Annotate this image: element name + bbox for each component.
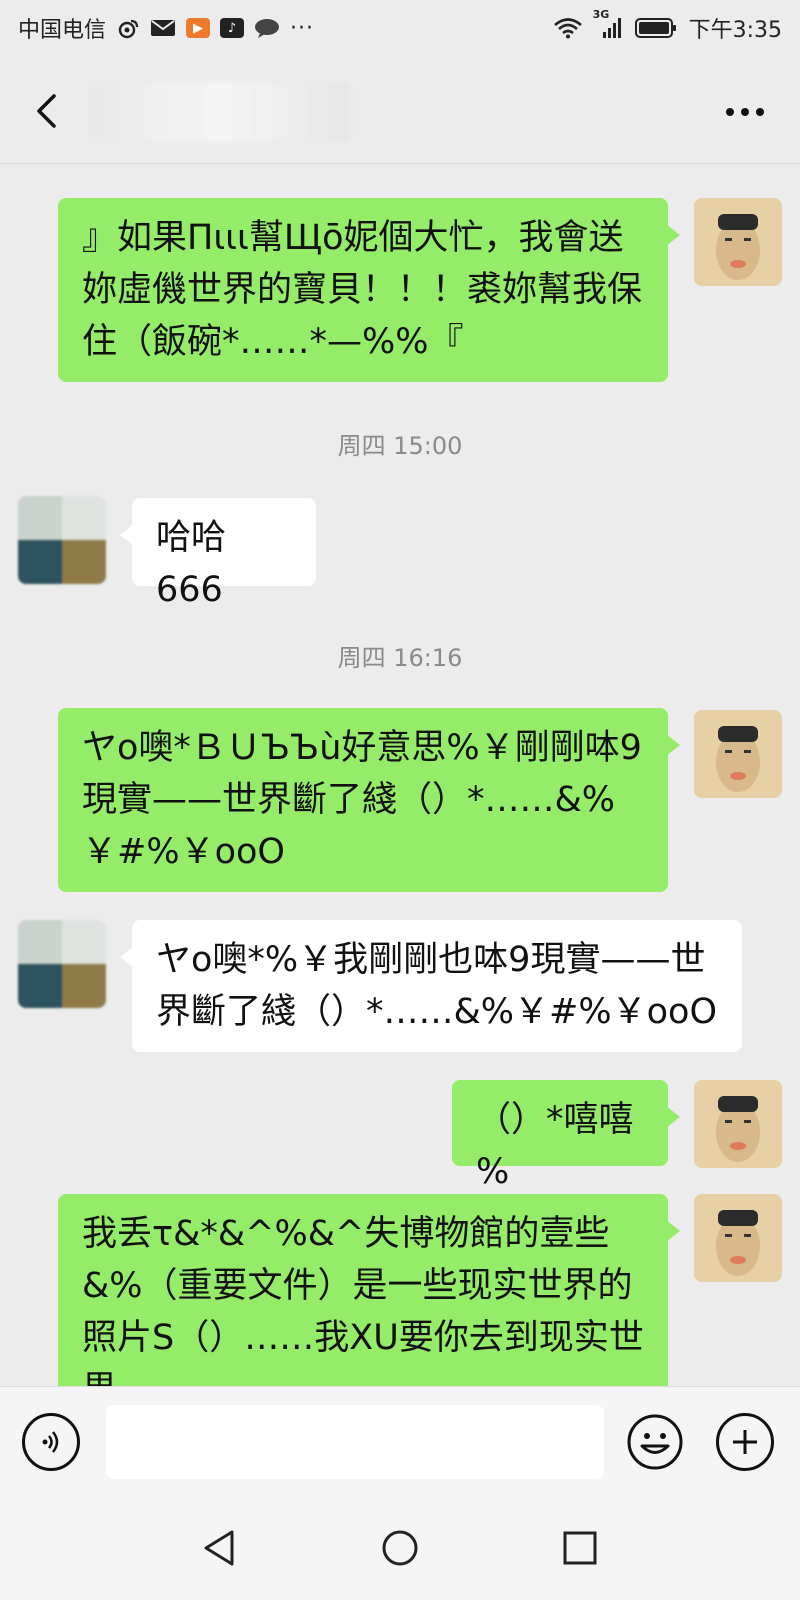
self-avatar[interactable] xyxy=(694,710,782,798)
message-text: 哈哈 666 xyxy=(156,518,227,610)
message-input-bar xyxy=(0,1386,800,1494)
system-navigation-bar xyxy=(0,1494,800,1600)
message-text: ヤo噢*%￥我剛剛也呠9現實——世界斷了綫（）*……&%￥#%￥ooO xyxy=(156,940,718,1032)
more-dots-icon xyxy=(741,108,749,116)
chat-bubble-icon xyxy=(254,18,280,38)
chat-header xyxy=(0,56,800,164)
nav-back-icon xyxy=(204,1530,234,1566)
more-dots-icon xyxy=(756,108,764,116)
chat-title xyxy=(90,82,350,142)
nav-back-button[interactable] xyxy=(196,1524,244,1572)
face-avatar-icon xyxy=(694,710,782,798)
nav-recent-icon xyxy=(563,1531,597,1565)
back-button[interactable] xyxy=(26,86,66,136)
nav-home-icon xyxy=(382,1530,418,1566)
message-bubble-incoming[interactable]: 哈哈 666 xyxy=(120,498,316,610)
more-notifications-icon: ··· xyxy=(290,15,314,41)
tiktok-icon: ♪ xyxy=(220,18,245,38)
face-avatar-icon xyxy=(694,1080,782,1168)
message-text: 』如果Πιιι幫Щō妮個大忙，我會送妳虛僟世界的寶貝！！！裘妳幫我保住（飯碗*…… xyxy=(82,218,643,362)
nav-home-button[interactable] xyxy=(376,1524,424,1572)
self-avatar[interactable] xyxy=(694,1080,782,1168)
battery-icon xyxy=(634,17,677,39)
contact-avatar[interactable] xyxy=(18,920,106,1008)
message-bubble-incoming[interactable]: ヤo噢*%￥我剛剛也呠9現實——世界斷了綫（）*……&%￥#%￥ooO xyxy=(120,920,742,1052)
status-right: 3G 下午3:35 xyxy=(553,8,782,44)
mail-icon xyxy=(150,18,176,38)
more-button[interactable] xyxy=(720,92,770,132)
face-avatar-icon xyxy=(694,198,782,286)
nav-recent-button[interactable] xyxy=(556,1524,604,1572)
self-avatar[interactable] xyxy=(694,198,782,286)
face-avatar-icon xyxy=(694,1194,782,1282)
back-arrow-icon xyxy=(37,94,56,128)
contact-avatar[interactable] xyxy=(18,496,106,584)
wifi-icon xyxy=(553,17,583,39)
emoji-icon xyxy=(627,1414,683,1470)
more-dots-icon xyxy=(726,108,734,116)
network-type: 3G xyxy=(592,8,610,21)
status-bar: 中国电信 ▶ ♪ ··· 3G 下午3:35 xyxy=(0,0,800,56)
message-input[interactable] xyxy=(106,1405,604,1479)
message-text: （）*嘻嘻 % xyxy=(476,1100,634,1192)
message-bubble-outgoing[interactable]: ヤo噢*ＢＵЪЪù好意思%￥剛剛呠9現實——世界斷了綫（）*……&%￥#%￥oo… xyxy=(58,708,680,892)
emoji-button[interactable] xyxy=(626,1413,684,1471)
plus-icon xyxy=(733,1430,757,1454)
status-left: 中国电信 ▶ ♪ ··· xyxy=(18,12,314,44)
timestamp: 周四 16:16 xyxy=(337,644,463,672)
chat-messages[interactable]: 』如果Πιιι幫Щō妮個大忙，我會送妳虛僟世界的寶貝！！！裘妳幫我保住（飯碗*…… xyxy=(0,164,800,1386)
message-bubble-outgoing[interactable]: 』如果Πιιι幫Щō妮個大忙，我會送妳虛僟世界的寶貝！！！裘妳幫我保住（飯碗*…… xyxy=(58,198,680,382)
message-text: 我丢τ&*&^%&^失博物館的壹些&%（重要文件）是一些现实世界的照片S（）……… xyxy=(82,1214,644,1386)
message-bubble-outgoing[interactable]: 我丢τ&*&^%&^失博物館的壹些&%（重要文件）是一些现实世界的照片S（）……… xyxy=(58,1194,680,1386)
message-text: ヤo噢*ＢＵЪЪù好意思%￥剛剛呠9現實——世界斷了綫（）*……&%￥#%￥oo… xyxy=(82,728,642,872)
voice-button[interactable] xyxy=(22,1413,80,1471)
self-avatar[interactable] xyxy=(694,1194,782,1282)
message-bubble-outgoing[interactable]: （）*嘻嘻 % xyxy=(452,1080,680,1192)
carrier-name: 中国电信 xyxy=(18,18,107,43)
voice-icon xyxy=(42,1431,59,1453)
weibo-icon xyxy=(116,17,140,39)
timestamp: 周四 15:00 xyxy=(337,432,463,460)
status-time: 下午3:35 xyxy=(688,18,782,43)
more-functions-button[interactable] xyxy=(716,1413,774,1471)
signal-icon: 3G xyxy=(593,8,623,40)
video-app-icon: ▶ xyxy=(186,18,211,38)
